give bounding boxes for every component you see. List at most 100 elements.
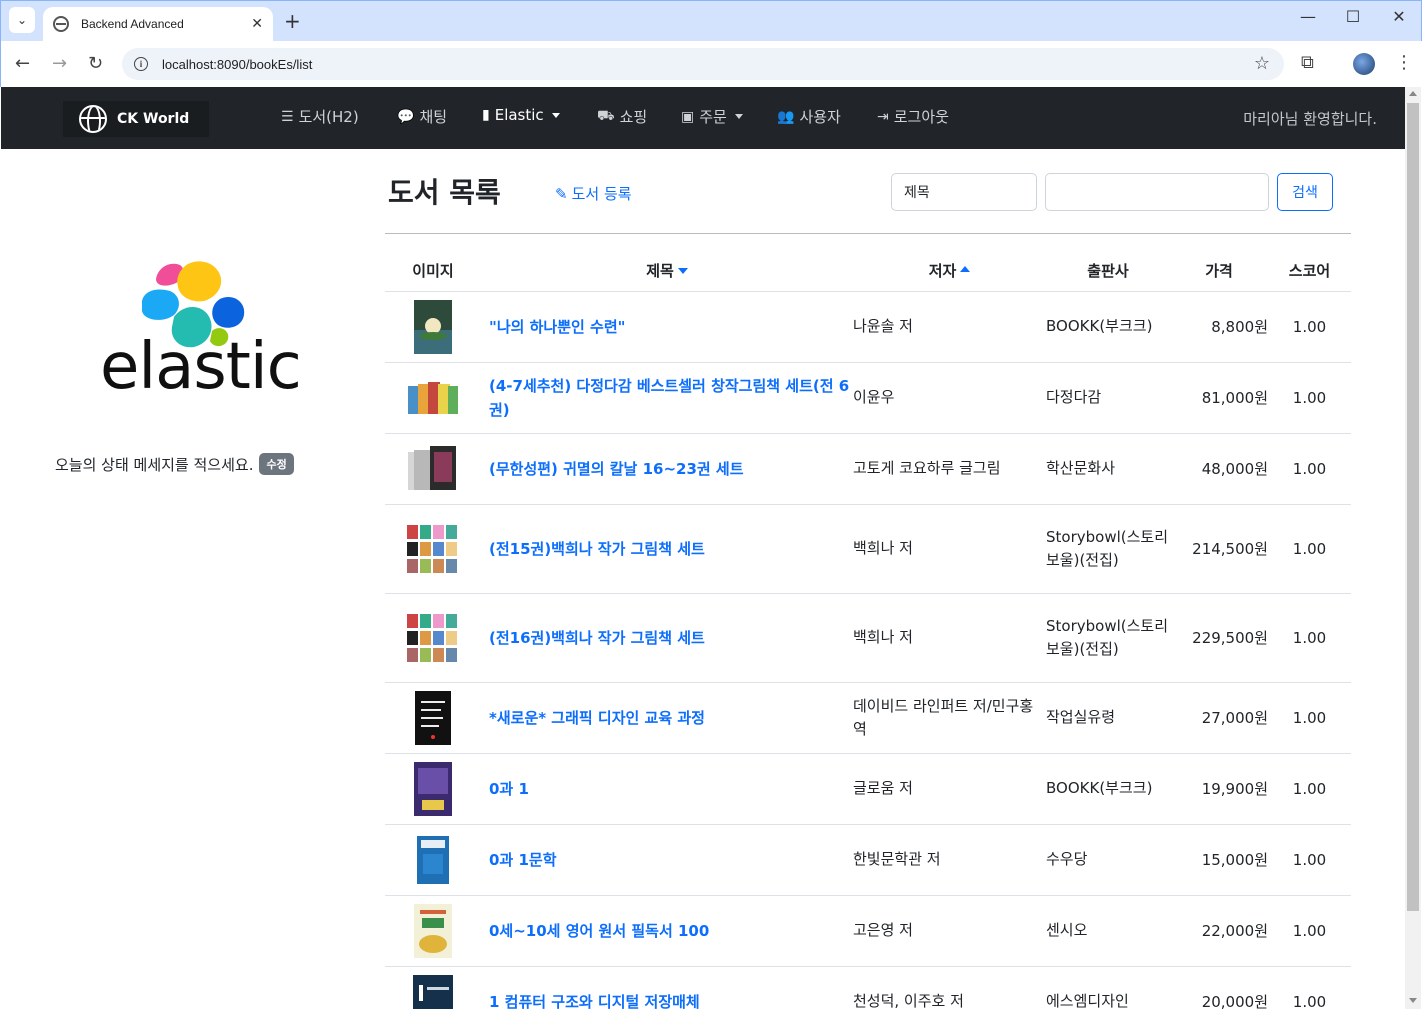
table-header-row: 이미지 제목 저자 출판사 가격 스코어 bbox=[385, 250, 1351, 292]
site-info-icon[interactable]: i bbox=[134, 57, 148, 71]
maximize-icon[interactable]: ☐ bbox=[1330, 7, 1376, 26]
grid-cover-icon[interactable] bbox=[407, 613, 459, 662]
publisher-cell: 다정다감 bbox=[1046, 362, 1170, 434]
browser-chrome: ⌄ Backend Advanced ✕ + — ☐ ✕ ← → ↻ i loc… bbox=[0, 0, 1422, 88]
column-header-publisher: 출판사 bbox=[1046, 250, 1170, 292]
address-bar[interactable]: i localhost:8090/bookEs/list ☆ bbox=[122, 48, 1284, 80]
publisher-cell: 작업실유령 bbox=[1046, 682, 1170, 754]
author-text: 데이비드 라인퍼트 저/민구홍 역 bbox=[853, 696, 1034, 738]
table-row: (전16권)백희나 작가 그림책 세트 백희나 저 Storybowl(스토리보… bbox=[385, 593, 1351, 683]
search-field-select[interactable]: 제목 bbox=[891, 173, 1037, 211]
title-cell: "나의 하나뿐인 수련" bbox=[481, 291, 853, 363]
publisher-text: 센시오 bbox=[1046, 921, 1088, 939]
book-title-link[interactable]: 0세~10세 영어 원서 필독서 100 bbox=[489, 922, 709, 940]
nav-item-order[interactable]: ▣ 주문 bbox=[681, 106, 743, 127]
nav-item-shopping[interactable]: ⛟ 쇼핑 bbox=[597, 106, 647, 127]
score-cell: 1.00 bbox=[1268, 504, 1351, 594]
box-cover-icon[interactable] bbox=[408, 445, 458, 492]
column-header-title[interactable]: 제목 bbox=[481, 250, 853, 292]
scroll-up-icon[interactable] bbox=[1409, 91, 1417, 96]
edit-status-button[interactable]: 수정 bbox=[259, 453, 294, 475]
nav-item-logout[interactable]: ⇥ 로그아웃 bbox=[877, 106, 949, 127]
register-book-link[interactable]: ✎ 도서 등록 bbox=[555, 183, 632, 204]
title-cell: 0과 1 bbox=[481, 753, 853, 825]
lotus-cover-icon[interactable] bbox=[414, 299, 452, 354]
extensions-icon[interactable]: ⧉ bbox=[1301, 52, 1314, 73]
publisher-text: 수우당 bbox=[1046, 850, 1088, 868]
nav-item-books-h2[interactable]: ☰ 도서(H2) bbox=[281, 106, 359, 127]
book-title-link[interactable]: 0과 1 bbox=[489, 780, 529, 798]
table-row: (전15권)백희나 작가 그림책 세트 백희나 저 Storybowl(스토리보… bbox=[385, 504, 1351, 594]
price-cell: 22,000원 bbox=[1170, 895, 1268, 967]
profile-avatar[interactable] bbox=[1353, 53, 1375, 75]
score-cell: 1.00 bbox=[1268, 966, 1351, 1009]
price-cell: 214,500원 bbox=[1170, 504, 1268, 594]
title-cell: 0과 1문학 bbox=[481, 824, 853, 896]
scroll-down-icon[interactable] bbox=[1409, 998, 1417, 1003]
publisher-text: Storybowl(스토리보울)(전집) bbox=[1046, 527, 1169, 569]
list-icon: ☰ bbox=[281, 108, 294, 125]
book-title-link[interactable]: (전16권)백희나 작가 그림책 세트 bbox=[489, 629, 705, 647]
price-cell: 15,000원 bbox=[1170, 824, 1268, 896]
book-title-link[interactable]: (전15권)백희나 작가 그림책 세트 bbox=[489, 540, 705, 558]
teal-cover-icon[interactable] bbox=[413, 974, 453, 1009]
book-title-link[interactable]: "나의 하나뿐인 수련" bbox=[489, 318, 625, 336]
score-cell: 1.00 bbox=[1268, 593, 1351, 683]
book-title-link[interactable]: (무한성편) 귀멸의 칼날 16~23권 세트 bbox=[489, 460, 744, 478]
cover-cell bbox=[385, 824, 481, 896]
cover-cell bbox=[385, 593, 481, 683]
nav-item-chat[interactable]: 💬 채팅 bbox=[397, 106, 447, 127]
book-title-link[interactable]: (4-7세추천) 다정다감 베스트셀러 창작그림책 세트(전 6권) bbox=[489, 377, 849, 419]
bookmark-star-icon[interactable]: ☆ bbox=[1254, 53, 1270, 74]
author-text: 나윤솔 저 bbox=[853, 317, 913, 335]
sort-asc-icon[interactable] bbox=[960, 265, 971, 272]
scroll-thumb[interactable] bbox=[1407, 103, 1419, 911]
author-cell: 고은영 저 bbox=[853, 895, 1046, 967]
back-icon[interactable]: ← bbox=[15, 53, 30, 74]
column-header-image: 이미지 bbox=[385, 250, 481, 292]
new-tab-icon[interactable]: + bbox=[284, 9, 301, 33]
status-message: 오늘의 상태 메세지를 적으세요. 수정 bbox=[55, 453, 294, 475]
price-cell: 48,000원 bbox=[1170, 433, 1268, 505]
purple-cover-icon[interactable] bbox=[414, 761, 452, 816]
page-title: 도서 목록 bbox=[388, 176, 501, 209]
page-scrollbar[interactable] bbox=[1405, 87, 1421, 1009]
book-title-link[interactable]: 1 컴퓨터 구조와 디지털 저장매체 bbox=[489, 993, 700, 1009]
book-title-link[interactable]: *새로운* 그래픽 디자인 교육 과정 bbox=[489, 709, 705, 727]
score-cell: 1.00 bbox=[1268, 291, 1351, 363]
green-cover-icon[interactable] bbox=[414, 903, 452, 958]
column-header-price: 가격 bbox=[1170, 250, 1268, 292]
minimize-icon[interactable]: — bbox=[1285, 7, 1331, 26]
book-title-link[interactable]: 0과 1문학 bbox=[489, 851, 557, 869]
author-text: 천성덕, 이주호 저 bbox=[853, 992, 964, 1009]
tab-title: Backend Advanced bbox=[81, 17, 184, 31]
publisher-text: Storybowl(스토리보울)(전집) bbox=[1046, 616, 1169, 658]
browser-tab[interactable]: Backend Advanced ✕ bbox=[43, 7, 273, 41]
reload-icon[interactable]: ↻ bbox=[88, 53, 103, 74]
chat-icon: 💬 bbox=[397, 108, 415, 125]
nav-label: 로그아웃 bbox=[893, 108, 949, 126]
author-text: 백희나 저 bbox=[853, 539, 913, 557]
column-header-author[interactable]: 저자 bbox=[853, 250, 1046, 292]
set-cover-icon[interactable] bbox=[408, 378, 458, 418]
tab-search-button[interactable]: ⌄ bbox=[9, 7, 35, 33]
nav-item-elastic[interactable]: ▮ Elastic bbox=[482, 106, 560, 124]
app-navbar: CK World ☰ 도서(H2) 💬 채팅 ▮ Elastic ⛟ 쇼핑 ▣ … bbox=[1, 87, 1405, 149]
browser-menu-icon[interactable]: ⋮ bbox=[1395, 52, 1413, 73]
window-close-icon[interactable]: ✕ bbox=[1376, 7, 1422, 26]
grid-cover-icon[interactable] bbox=[407, 524, 459, 573]
basket-icon: ⛟ bbox=[597, 107, 615, 124]
brand-link[interactable]: CK World bbox=[63, 101, 209, 137]
nav-item-users[interactable]: 👥 사용자 bbox=[777, 106, 841, 127]
tab-close-icon[interactable]: ✕ bbox=[251, 16, 263, 32]
search-button[interactable]: 검색 bbox=[1277, 173, 1333, 211]
title-cell: (전16권)백희나 작가 그림책 세트 bbox=[481, 593, 853, 683]
design-cover-icon[interactable] bbox=[415, 690, 451, 745]
blue-cover-icon[interactable] bbox=[417, 835, 449, 884]
register-book-label: 도서 등록 bbox=[571, 185, 632, 203]
chevron-down-icon bbox=[551, 112, 560, 118]
search-input[interactable] bbox=[1045, 173, 1269, 211]
table-row: *새로운* 그래픽 디자인 교육 과정 데이비드 라인퍼트 저/민구홍 역 작업… bbox=[385, 682, 1351, 754]
forward-icon[interactable]: → bbox=[52, 53, 67, 74]
sort-desc-icon[interactable] bbox=[677, 268, 688, 275]
